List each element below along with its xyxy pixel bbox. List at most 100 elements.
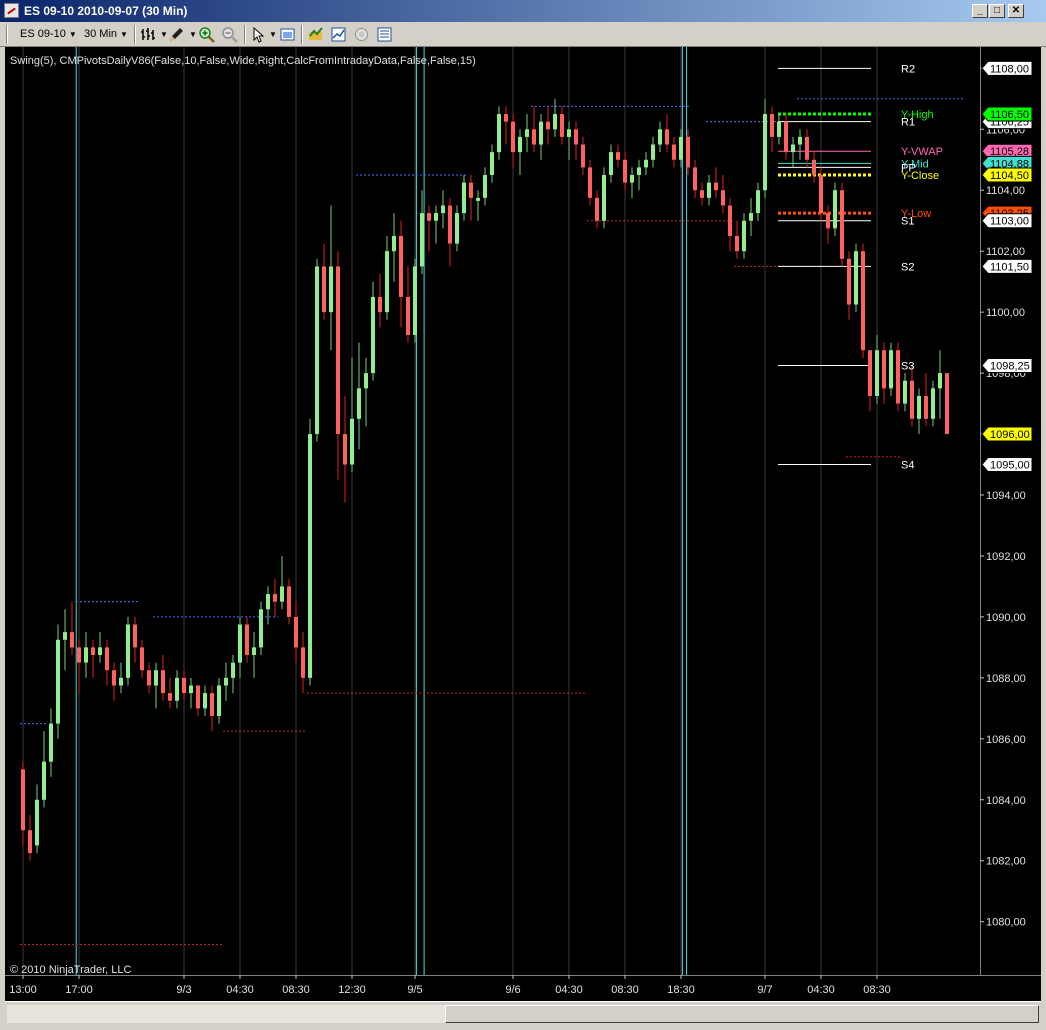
candle-body <box>735 235 739 252</box>
candle-body <box>518 136 522 153</box>
zoom-in-icon[interactable] <box>198 26 215 43</box>
candle-body <box>63 632 67 640</box>
bar-style-icon[interactable] <box>140 26 157 43</box>
chart-toolbar: ES 09-10 ▼ 30 Min ▼ ▼ ▼ ▼ <box>0 22 1046 47</box>
indicators-icon[interactable] <box>330 26 347 43</box>
candle-body <box>56 639 60 724</box>
candle-body <box>693 167 697 191</box>
interval-label: 30 Min <box>84 28 118 40</box>
price-tick-label: 1082,00 <box>986 856 1026 868</box>
chart-properties-icon[interactable] <box>279 26 296 43</box>
maximize-button[interactable]: □ <box>989 4 1005 18</box>
candle-body <box>399 235 403 297</box>
last-price-tag: 1096,00 <box>981 426 1033 442</box>
toolbar-separator <box>301 25 303 44</box>
candle-body <box>490 152 494 175</box>
candle-body <box>238 624 242 663</box>
strategies-icon[interactable] <box>307 26 324 43</box>
price-tick-label: 1090,00 <box>986 612 1026 624</box>
toolbar-separator <box>134 25 136 44</box>
candle-body <box>455 213 459 244</box>
candle-body <box>630 175 634 183</box>
candle-body <box>315 266 319 435</box>
time-tick-label: 12:30 <box>338 984 366 996</box>
chevron-down-icon[interactable]: ▼ <box>269 26 277 43</box>
chart-trader-icon[interactable] <box>376 26 393 43</box>
candle-body <box>35 799 39 846</box>
pivot-label-s1: S1 <box>901 216 914 228</box>
candle-body <box>826 213 830 229</box>
candle-body <box>511 121 515 153</box>
close-button[interactable]: ✕ <box>1008 4 1024 18</box>
interval-selector[interactable]: 30 Min ▼ <box>84 26 128 43</box>
candle-body <box>546 121 550 130</box>
candle-body <box>462 182 466 214</box>
zoom-out-icon[interactable] <box>221 26 238 43</box>
candle-body <box>938 373 942 389</box>
candle-body <box>525 129 529 137</box>
candle-body <box>266 594 270 610</box>
candle-bar <box>497 106 501 160</box>
candle-body <box>875 350 879 396</box>
candle-body <box>175 677 179 701</box>
candle-body <box>539 121 543 145</box>
pivot-label-y-high: Y-High <box>901 109 934 121</box>
candle-bar <box>854 243 858 313</box>
candle-body <box>532 129 536 145</box>
scroll-thumb[interactable] <box>445 1005 1039 1023</box>
chevron-down-icon[interactable]: ▼ <box>160 26 168 43</box>
candle-body <box>756 190 760 214</box>
candle-body <box>497 114 501 153</box>
draw-pencil-icon[interactable] <box>168 26 185 43</box>
pivot-label-s2: S2 <box>901 261 914 273</box>
pivot-price-tag-s3: 1098,25 <box>981 357 1033 373</box>
candle-body <box>140 647 144 671</box>
candle-body <box>343 434 347 465</box>
price-chart[interactable]: 1080,00 1082,00 1084,00 1086,00 1088,00 1090,… <box>5 47 1041 1001</box>
chart-scrollbar[interactable] <box>5 1001 1041 1026</box>
candle-body <box>896 350 900 404</box>
chart-panel[interactable]: 1080,00 1082,00 1084,00 1086,00 1088,00 1090,… <box>5 47 1041 1001</box>
candle-body <box>798 136 802 145</box>
window-title: ES 09-10 2010-09-07 (30 Min) <box>24 4 188 18</box>
candle-body <box>707 182 711 198</box>
minimize-button[interactable]: _ <box>972 4 988 18</box>
candle-body <box>700 190 704 198</box>
candle-body <box>287 586 291 617</box>
candle-bar <box>308 418 312 686</box>
candle-body <box>49 723 53 762</box>
pivot-label-y-close: Y-Close <box>901 170 939 182</box>
candle-body <box>42 761 46 800</box>
candle-body <box>504 114 508 122</box>
price-tag-text: 1098,25 <box>990 360 1030 372</box>
price-tick-label: 1086,00 <box>986 734 1026 746</box>
chevron-down-icon[interactable]: ▼ <box>189 26 197 43</box>
candle-body <box>714 182 718 191</box>
pivot-label-r2: R2 <box>901 63 915 75</box>
title-bar[interactable]: ES 09-10 2010-09-07 (30 Min) _ □ ✕ <box>0 0 1046 22</box>
candle-body <box>98 647 102 655</box>
pointer-icon[interactable] <box>250 26 267 43</box>
price-tag-text: 1101,50 <box>990 261 1029 273</box>
pivot-label-s3: S3 <box>901 360 914 372</box>
candle-body <box>861 251 865 351</box>
candle-body <box>70 632 74 648</box>
instrument-selector[interactable]: ES 09-10 ▼ <box>20 26 77 43</box>
pivot-price-tag-s2: 1101,50 <box>981 258 1033 274</box>
candle-body <box>105 647 109 671</box>
candle-body <box>371 296 375 374</box>
candle-body <box>784 121 788 153</box>
toolbar-separator <box>244 25 246 44</box>
candle-body <box>259 609 263 648</box>
candle-body <box>931 388 935 419</box>
data-box-icon[interactable] <box>353 26 370 43</box>
candle-body <box>196 685 200 709</box>
time-tick-label: 13:00 <box>9 984 37 996</box>
candle-body <box>84 647 88 663</box>
candle-body <box>385 251 389 313</box>
candle-body <box>469 182 473 198</box>
candle-body <box>609 152 613 175</box>
time-tick-label: 9/6 <box>505 984 520 996</box>
candle-body <box>217 685 221 716</box>
candle-body <box>378 296 382 313</box>
